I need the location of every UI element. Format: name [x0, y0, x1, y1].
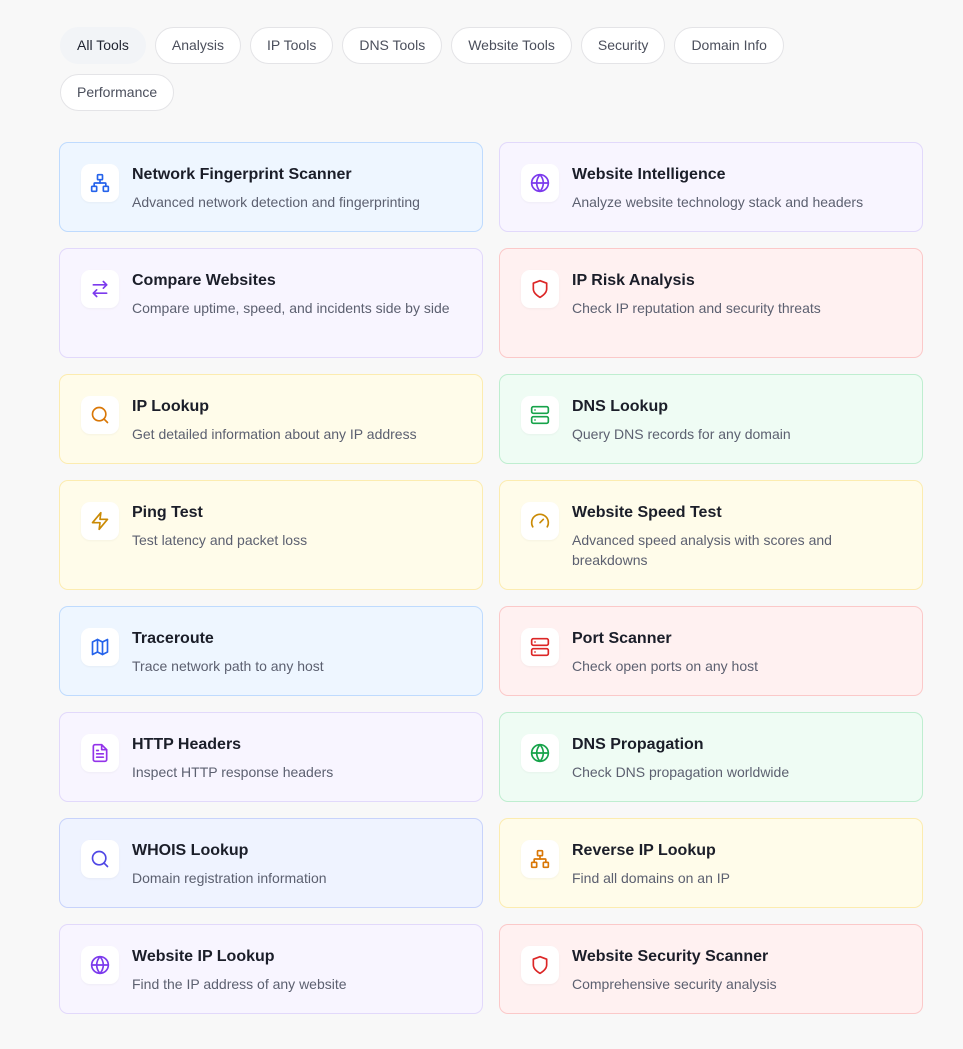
tool-card-description: Inspect HTTP response headers [132, 764, 334, 780]
tool-card-description: Advanced network detection and fingerpri… [132, 194, 420, 210]
tool-card[interactable]: DNS Propagation Check DNS propagation wor… [499, 712, 923, 802]
globe-icon [521, 734, 559, 772]
tool-card[interactable]: Website Intelligence Analyze website tech… [499, 142, 923, 232]
tool-card-description: Domain registration information [132, 870, 327, 886]
tool-card-title: Website IP Lookup [132, 948, 275, 965]
tool-card-title: Port Scanner [572, 630, 672, 647]
tool-card-description: Check IP reputation and security threats [572, 300, 821, 316]
network-icon [521, 840, 559, 878]
zap-icon [81, 502, 119, 540]
network-icon [81, 164, 119, 202]
tool-card[interactable]: Port Scanner Check open ports on any host [499, 606, 923, 696]
tool-card-description: Check DNS propagation worldwide [572, 764, 790, 780]
file-text-icon [81, 734, 119, 772]
filter-analysis[interactable]: Analysis [154, 27, 242, 64]
tool-card-title: IP Lookup [132, 398, 210, 415]
server-icon [521, 396, 559, 434]
tool-card-description: Analyze website technology stack and hea… [572, 194, 864, 210]
tool-card[interactable]: IP Risk Analysis Check IP reputation and … [499, 248, 923, 358]
tool-card-description: Find all domains on an IP [572, 870, 730, 886]
tool-card[interactable]: Website Speed Test Advanced speed analysi… [499, 480, 923, 590]
tool-card-description: Comprehensive security analysis [572, 976, 777, 992]
tool-card[interactable]: Ping Test Test latency and packet loss [59, 480, 483, 590]
tool-card-title: Website Intelligence [572, 166, 726, 183]
tool-card-description: Advanced speed analysis with scores and … [572, 532, 832, 568]
tool-card-description: Query DNS records for any domain [572, 426, 791, 442]
tool-card-description: Compare uptime, speed, and incidents sid… [132, 300, 450, 316]
tool-card-description: Check open ports on any host [572, 658, 759, 674]
tool-card[interactable]: Traceroute Trace network path to any host [59, 606, 483, 696]
shield-icon [521, 270, 559, 308]
tool-card-title: HTTP Headers [132, 736, 242, 753]
tool-card-title: Traceroute [132, 630, 214, 647]
filter-security[interactable]: Security [580, 27, 666, 64]
filter-performance[interactable]: Performance [60, 74, 175, 111]
category-filter-bar: All Tools Analysis IP Tools DNS Tools We… [60, 27, 840, 111]
tool-card-description: Get detailed information about any IP ad… [132, 426, 417, 442]
tool-card-title: Ping Test [132, 504, 203, 521]
tool-card[interactable]: Network Fingerprint Scanner Advanced netw… [59, 142, 483, 232]
tool-card-title: Reverse IP Lookup [572, 842, 716, 859]
tool-card-title: IP Risk Analysis [572, 272, 695, 289]
map-icon [81, 628, 119, 666]
server-icon [521, 628, 559, 666]
tool-card[interactable]: Website Security Scanner Comprehensive se… [499, 924, 923, 1014]
globe-icon [521, 164, 559, 202]
tool-card[interactable]: Compare Websites Compare uptime, speed, a… [59, 248, 483, 358]
tool-card-title: Website Security Scanner [572, 948, 769, 965]
tool-card[interactable]: HTTP Headers Inspect HTTP response header… [59, 712, 483, 802]
tool-card[interactable]: Reverse IP Lookup Find all domains on an … [499, 818, 923, 908]
tool-card[interactable]: Website IP Lookup Find the IP address of … [59, 924, 483, 1014]
filter-dns-tools[interactable]: DNS Tools [342, 27, 443, 64]
filter-website-tools[interactable]: Website Tools [451, 27, 572, 64]
tool-card[interactable]: DNS Lookup Query DNS records for any doma… [499, 374, 923, 464]
arrows-swap-icon [81, 270, 119, 308]
search-icon [81, 396, 119, 434]
tool-card-title: DNS Lookup [572, 398, 668, 415]
tool-card-title: DNS Propagation [572, 736, 704, 753]
tool-card-description: Test latency and packet loss [132, 532, 308, 548]
gauge-icon [521, 502, 559, 540]
filter-domain-info[interactable]: Domain Info [674, 27, 784, 64]
tool-card-description: Trace network path to any host [132, 658, 324, 674]
tool-card-title: Website Speed Test [572, 504, 722, 521]
tool-grid: Network Fingerprint Scanner Advanced netw… [59, 142, 923, 1014]
tool-card[interactable]: WHOIS Lookup Domain registration informat… [59, 818, 483, 908]
tool-card-title: Network Fingerprint Scanner [132, 166, 352, 183]
globe-icon [81, 946, 119, 984]
shield-icon [521, 946, 559, 984]
filter-ip-tools[interactable]: IP Tools [250, 27, 334, 64]
tool-card-description: Find the IP address of any website [132, 976, 347, 992]
tool-card-title: WHOIS Lookup [132, 842, 249, 859]
tool-card-title: Compare Websites [132, 272, 276, 289]
search-icon [81, 840, 119, 878]
tool-card[interactable]: IP Lookup Get detailed information about … [59, 374, 483, 464]
filter-all-tools[interactable]: All Tools [60, 27, 146, 64]
